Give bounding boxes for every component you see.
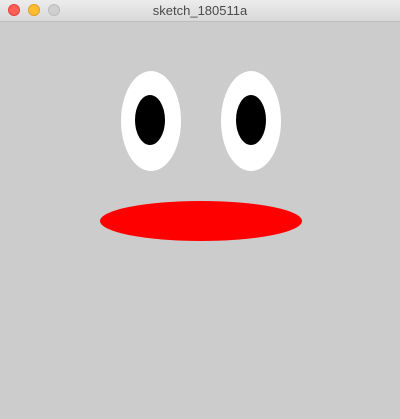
window-title: sketch_180511a — [152, 3, 248, 18]
sketch-drawing — [100, 71, 302, 241]
app-window: sketch_180511a — [0, 0, 400, 419]
sketch-canvas[interactable] — [0, 22, 400, 419]
right-pupil — [236, 95, 266, 145]
title-bar: sketch_180511a — [0, 0, 400, 22]
left-pupil — [135, 95, 165, 145]
mouth — [100, 201, 302, 241]
left-eye — [121, 71, 181, 171]
right-eye — [221, 71, 281, 171]
